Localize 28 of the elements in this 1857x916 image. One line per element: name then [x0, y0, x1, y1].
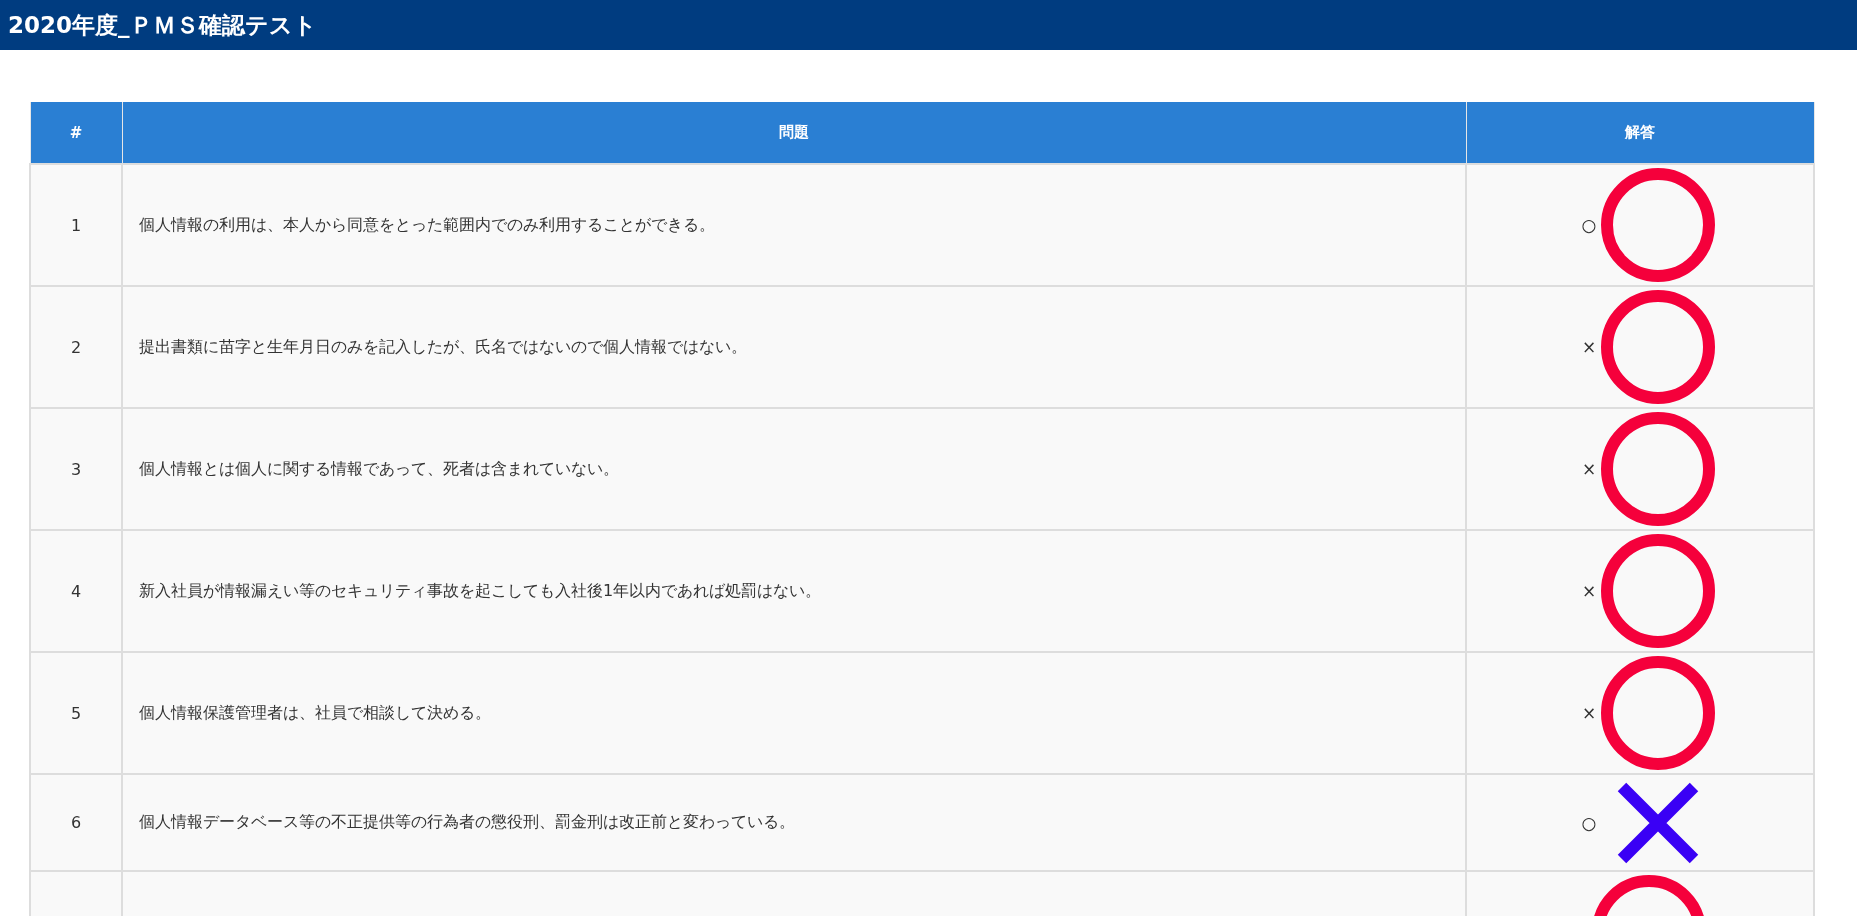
circle-icon — [1600, 655, 1717, 771]
circle-icon — [1600, 411, 1717, 527]
answer-text: ○ — [1581, 812, 1597, 833]
circle-icon — [1600, 533, 1717, 649]
column-header: 解答 — [1466, 102, 1814, 164]
circle-icon — [1600, 167, 1717, 283]
cross-icon — [1616, 780, 1701, 865]
question-text: 新入社員が情報漏えい等のセキュリティ事故を起こしても入社後1年以内であれば処罰はない。 — [139, 580, 822, 600]
question-text: 個人情報の利用は、本人から同意をとった範囲内でのみ利用することができる。 — [139, 214, 715, 234]
question-number: 5 — [70, 703, 82, 723]
question-number: 4 — [70, 581, 82, 601]
question-text: 個人情報保護管理者は、社員で相談して決める。 — [139, 702, 491, 722]
column-header: # — [30, 102, 122, 164]
question-text: 提出書類に苗字と生年月日のみを記入したが、氏名ではないので個人情報ではない。 — [139, 336, 747, 356]
page-title: 2020年度_ＰＭＳ確認テスト — [8, 10, 317, 40]
answer-text: ○ — [1581, 215, 1597, 235]
answer-text: × — [1581, 581, 1597, 601]
answer-text: × — [1581, 703, 1597, 723]
column-header: 問題 — [122, 102, 1466, 164]
question-number: 6 — [70, 813, 82, 832]
question-number: 1 — [70, 215, 82, 235]
question-text: 個人情報データベース等の不正提供等の行為者の懲役刑、罰金刑は改正前と変わっている。 — [139, 812, 795, 831]
question-number: 3 — [70, 459, 82, 479]
answer-text: × — [1581, 337, 1597, 357]
question-number: 2 — [70, 337, 82, 357]
answer-text: × — [1581, 459, 1597, 479]
circle-icon — [1600, 289, 1717, 405]
question-text: 個人情報とは個人に関する情報であって、死者は含まれていない。 — [139, 458, 619, 478]
